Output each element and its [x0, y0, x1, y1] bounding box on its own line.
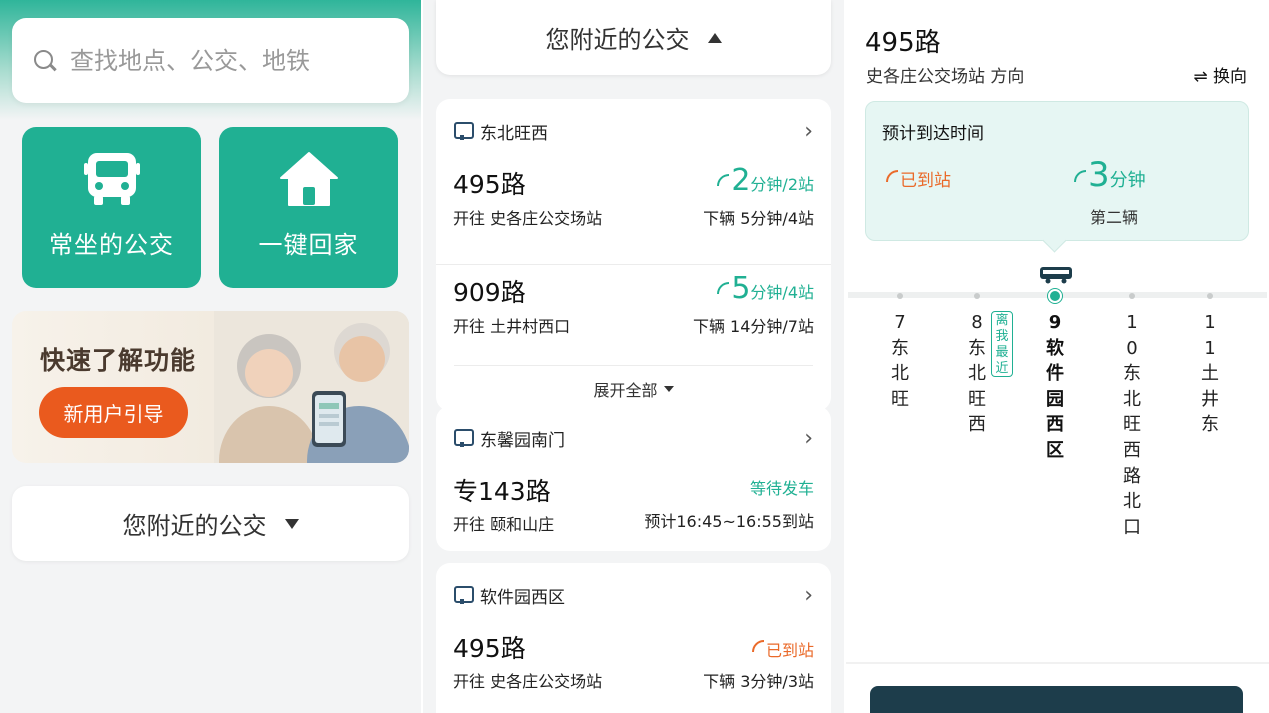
- route-title: 495路: [865, 28, 941, 58]
- bus-stop-icon: [454, 586, 474, 604]
- new-user-guide-button[interactable]: 新用户引导: [39, 387, 188, 438]
- route-name: 909路: [453, 278, 526, 307]
- station-item[interactable]: 10东北旺西路北口: [1121, 310, 1143, 540]
- route-status: 已到站: [751, 637, 814, 661]
- stop-card: 软件园西区 › 495路 开往 史各庄公交场站 已到站 下辆 3分钟/3站: [436, 563, 831, 713]
- station-item-current[interactable]: 9软件园西区: [1044, 310, 1066, 464]
- station-item[interactable]: 11土井东: [1199, 310, 1221, 438]
- route-name: 专143路: [453, 477, 551, 506]
- route-row[interactable]: 专143路 开往 颐和山庄 等待发车 预计16:45~16:55到站: [436, 470, 831, 550]
- banner-title: 快速了解功能: [40, 346, 197, 375]
- next-bus: 预计16:45~16:55到站: [644, 512, 814, 531]
- station-item[interactable]: 7东北旺: [889, 310, 911, 412]
- route-eta: 5 分钟/4站: [717, 271, 814, 306]
- bus-position-icon: [1040, 267, 1072, 284]
- route-detail-screen: 495路 史各庄公交场站 方向 ⇌ 换向 预计到达时间 已到站 3 分钟 第二辆…: [846, 0, 1269, 713]
- nearby-bus-toggle[interactable]: 您附近的公交: [12, 486, 409, 561]
- stop-header[interactable]: 软件园西区 ›: [436, 563, 831, 627]
- search-icon: [32, 48, 58, 74]
- nearest-station-tag: 离我最近: [991, 311, 1013, 377]
- route-name: 495路: [453, 170, 526, 199]
- eta-unit: 分钟: [1109, 170, 1146, 191]
- realtime-signal-icon: [717, 282, 730, 294]
- next-bus: 下辆 3分钟/3站: [703, 672, 814, 691]
- realtime-signal-icon: [886, 170, 898, 182]
- arrived-text: 已到站: [900, 171, 951, 191]
- go-home-button[interactable]: 一键回家: [219, 127, 398, 288]
- status-text: 已到站: [765, 641, 814, 660]
- station-dot: [897, 293, 903, 299]
- search-bar[interactable]: [12, 18, 409, 103]
- station-dot: [974, 293, 980, 299]
- expand-all-button[interactable]: 展开全部: [454, 365, 813, 411]
- route-name: 495路: [453, 634, 526, 663]
- bus-icon: [83, 153, 140, 205]
- elderly-couple-illustration: [214, 311, 409, 463]
- eta-number: 2: [731, 163, 751, 198]
- route-destination: 开往 史各庄公交场站: [453, 672, 603, 691]
- next-bus: 下辆 14分钟/7站: [692, 317, 814, 336]
- eta-number: 5: [731, 271, 751, 306]
- stop-card: 东北旺西 › 495路 开往 史各庄公交场站 2 分钟/2站 下辆 5分钟/4站…: [436, 99, 831, 411]
- frequent-bus-button[interactable]: 常坐的公交: [22, 127, 201, 288]
- eta-number: 3: [1088, 155, 1110, 195]
- expand-all-label: 展开全部: [593, 380, 658, 400]
- eta-unit: 分钟/4站: [750, 283, 814, 302]
- add-to-frequent-button[interactable]: 添加到常坐公交: [870, 686, 1243, 713]
- chevron-right-icon: ›: [804, 425, 813, 451]
- chevron-right-icon: ›: [804, 118, 813, 144]
- station-dot: [1207, 293, 1213, 299]
- first-bus-status: 已到站: [886, 166, 951, 191]
- home-icon: [279, 152, 338, 206]
- route-row[interactable]: 909路 开往 土井村西口 5 分钟/4站 下辆 14分钟/7站: [436, 264, 831, 365]
- stop-name: 软件园西区: [480, 587, 565, 608]
- bus-stop-icon: [454, 429, 474, 447]
- bus-stop-icon: [454, 122, 474, 140]
- switch-direction-button[interactable]: ⇌ 换向: [1193, 62, 1247, 87]
- station-item[interactable]: 8东北旺西: [966, 310, 988, 438]
- tile-label: 常坐的公交: [49, 231, 174, 259]
- route-destination: 开往 土井村西口: [453, 317, 571, 336]
- stop-name: 东北旺西: [480, 123, 548, 144]
- caret-down-icon: [663, 385, 674, 392]
- route-status: 等待发车: [749, 479, 814, 498]
- tile-label: 一键回家: [258, 231, 359, 259]
- caret-up-icon: [707, 32, 722, 43]
- station-dot: [1129, 293, 1135, 299]
- realtime-signal-icon: [1074, 170, 1086, 182]
- route-destination: 开往 史各庄公交场站: [453, 209, 603, 228]
- route-row[interactable]: 495路 开往 史各庄公交场站 已到站 下辆 3分钟/3站: [436, 627, 831, 713]
- route-destination: 开往 颐和山庄: [453, 515, 555, 534]
- second-bus-eta: 3 分钟: [1074, 155, 1146, 195]
- next-bus: 下辆 5分钟/4站: [703, 209, 814, 228]
- search-input[interactable]: [70, 46, 390, 75]
- nearby-bus-toggle[interactable]: 您附近的公交: [436, 0, 831, 75]
- second-bus-label: 第二辆: [1090, 208, 1139, 227]
- realtime-signal-icon: [717, 174, 730, 186]
- current-station-dot: [1048, 289, 1062, 303]
- guide-banner[interactable]: 快速了解功能 新用户引导: [12, 311, 409, 463]
- caret-down-icon: [284, 518, 299, 529]
- chevron-right-icon: ›: [804, 582, 813, 608]
- nearby-label: 您附近的公交: [122, 512, 267, 540]
- stop-header[interactable]: 东馨园南门 ›: [436, 406, 831, 470]
- route-direction: 史各庄公交场站 方向: [866, 67, 1025, 87]
- eta-panel: 预计到达时间 已到站 3 分钟 第二辆: [865, 101, 1249, 241]
- nearby-screen: 您附近的公交 东北旺西 › 495路 开往 史各庄公交场站 2 分钟/2站 下辆…: [423, 0, 844, 713]
- eta-unit: 分钟/2站: [750, 175, 814, 194]
- route-row[interactable]: 495路 开往 史各庄公交场站 2 分钟/2站 下辆 5分钟/4站: [436, 163, 831, 264]
- route-eta: 2 分钟/2站: [717, 163, 814, 198]
- home-screen: 常坐的公交 一键回家 快速了解功能 新用户引导 您附近的公交: [0, 0, 421, 713]
- bottom-divider: [846, 662, 1269, 664]
- stop-name: 东馨园南门: [480, 430, 565, 451]
- stop-card: 东馨园南门 › 专143路 开往 颐和山庄 等待发车 预计16:45~16:55…: [436, 406, 831, 551]
- eta-title: 预计到达时间: [882, 124, 984, 144]
- nearby-label: 您附近的公交: [545, 26, 690, 54]
- realtime-signal-icon: [751, 640, 764, 652]
- stop-header[interactable]: 东北旺西 ›: [436, 99, 831, 163]
